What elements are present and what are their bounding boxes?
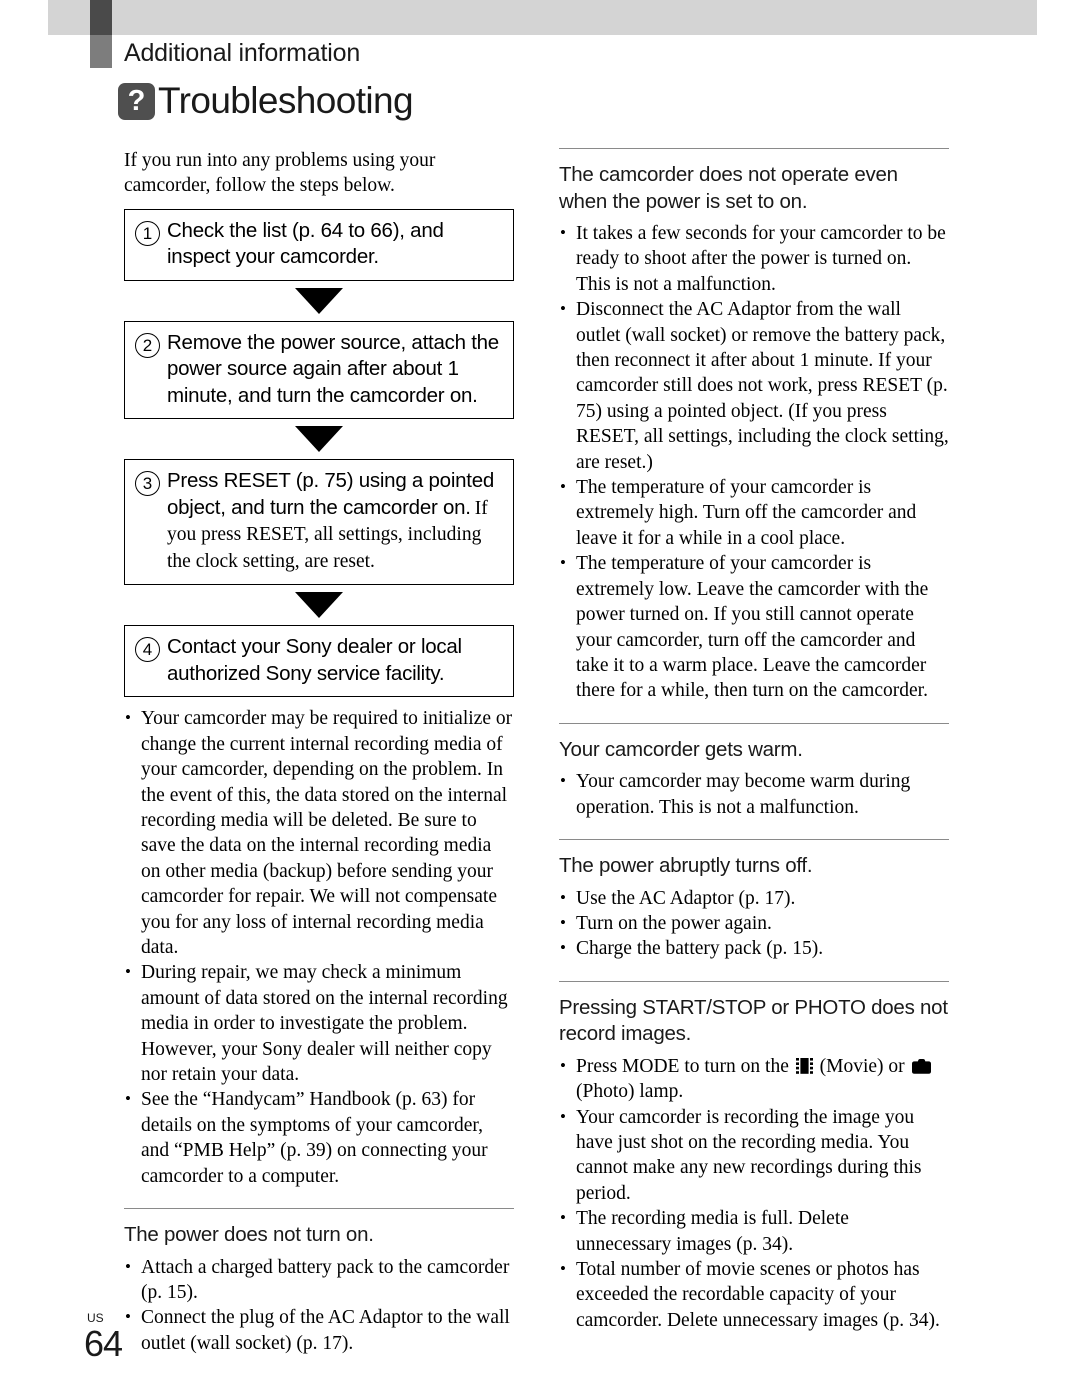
list-item: The temperature of your camcorder is ext… — [559, 550, 949, 703]
gets-warm-list: Your camcorder may become warm during op… — [559, 768, 949, 820]
list-item: It takes a few seconds for your camcorde… — [559, 220, 949, 297]
list-item: Disconnect the AC Adaptor from the wall … — [559, 296, 949, 475]
list-item: During repair, we may check a minimum am… — [124, 959, 514, 1087]
list-item: Turn on the power again. — [559, 910, 949, 936]
flow-arrow-2 — [124, 419, 514, 459]
list-item: Your camcorder may be required to initia… — [124, 705, 514, 960]
step-text-3: Press RESET (p. 75) using a pointed obje… — [167, 469, 495, 519]
left-column: If you run into any problems using your … — [124, 148, 514, 1356]
chapter-tab-mid — [90, 35, 112, 68]
page-title: Troubleshooting — [158, 80, 414, 121]
power-not-on-list: Attach a charged battery pack to the cam… — [124, 1254, 514, 1357]
step-number-3: 3 — [135, 471, 160, 497]
right-column: The camcorder does not operate even when… — [559, 148, 949, 1333]
flow-step-4: 4 Contact your Sony dealer or local auth… — [124, 625, 514, 698]
flow-step-2: 2 Remove the power source, attach the po… — [124, 320, 514, 420]
list-item: Connect the plug of the AC Adaptor to th… — [124, 1304, 514, 1356]
step-text-4: Contact your Sony dealer or local author… — [167, 635, 462, 685]
arrow-down-icon — [295, 287, 343, 314]
step-number-1: 1 — [135, 220, 160, 246]
chapter-heading: ? Troubleshooting — [118, 80, 414, 122]
step-text-2: Remove the power source, attach the powe… — [167, 330, 499, 407]
list-item: Attach a charged battery pack to the cam… — [124, 1254, 514, 1306]
notes-list: Your camcorder may be required to initia… — [124, 705, 514, 1189]
list-item: Your camcorder is recording the image yo… — [559, 1104, 949, 1207]
subsection-heading-not-operate: The camcorder does not operate even when… — [559, 163, 898, 213]
no-record-list: Press MODE to turn on the (Movie) or (Ph… — [559, 1053, 949, 1333]
not-operate-list: It takes a few seconds for your camcorde… — [559, 220, 949, 704]
list-item: See the “Handycam” Handbook (p. 63) for … — [124, 1086, 514, 1189]
subsection-heading-abruptly-off: The power abruptly turns off. — [559, 854, 813, 878]
arrow-down-icon — [295, 426, 343, 453]
list-item: The temperature of your camcorder is ext… — [559, 474, 949, 551]
flow-step-1: 1 Check the list (p. 64 to 66), and insp… — [124, 208, 514, 281]
section-kicker: Additional information — [124, 39, 361, 67]
section-divider — [559, 839, 949, 841]
list-item: Your camcorder may become warm during op… — [559, 768, 949, 820]
flow-arrow-1 — [124, 281, 514, 321]
arrow-down-icon — [295, 592, 343, 619]
question-mark-icon: ? — [118, 82, 155, 120]
list-item-mode: Press MODE to turn on the (Movie) or (Ph… — [559, 1053, 949, 1105]
step-text-1: Check the list (p. 64 to 66), and inspec… — [167, 218, 444, 269]
photo-icon — [911, 1056, 931, 1074]
step-number-4: 4 — [135, 637, 160, 663]
section-divider — [559, 722, 949, 724]
header-band — [48, 0, 1037, 35]
list-item: Use the AC Adaptor (p. 17). — [559, 885, 949, 911]
flow-arrow-3 — [124, 585, 514, 625]
flow-step-3: 3 Press RESET (p. 75) using a pointed ob… — [124, 459, 514, 586]
abruptly-off-list: Use the AC Adaptor (p. 17). Turn on the … — [559, 885, 949, 962]
page-number: 64 — [84, 1323, 123, 1364]
subsection-heading-power-not-on: The power does not turn on. — [124, 1223, 374, 1247]
subsection-heading-gets-warm: Your camcorder gets warm. — [559, 737, 803, 761]
section-divider — [559, 148, 949, 149]
mode-bullet-prefix: Press MODE to turn on the — [576, 1055, 794, 1077]
intro-paragraph: If you run into any problems using your … — [124, 150, 436, 197]
list-item: Total number of movie scenes or photos h… — [559, 1256, 949, 1333]
list-item: The recording media is full. Delete unne… — [559, 1205, 949, 1257]
mode-bullet-photo-label: (Photo) lamp. — [576, 1081, 684, 1103]
subsection-heading-no-record: Pressing START/STOP or PHOTO does not re… — [559, 995, 948, 1046]
step-number-2: 2 — [135, 332, 160, 358]
section-divider — [559, 980, 949, 982]
mode-bullet-movie-label: (Movie) or — [814, 1055, 910, 1077]
section-divider — [124, 1208, 514, 1210]
chapter-tab-dark — [90, 0, 112, 35]
movie-icon — [795, 1056, 813, 1074]
page-folio: US 64 — [84, 1312, 144, 1363]
list-item: Charge the battery pack (p. 15). — [559, 935, 949, 961]
